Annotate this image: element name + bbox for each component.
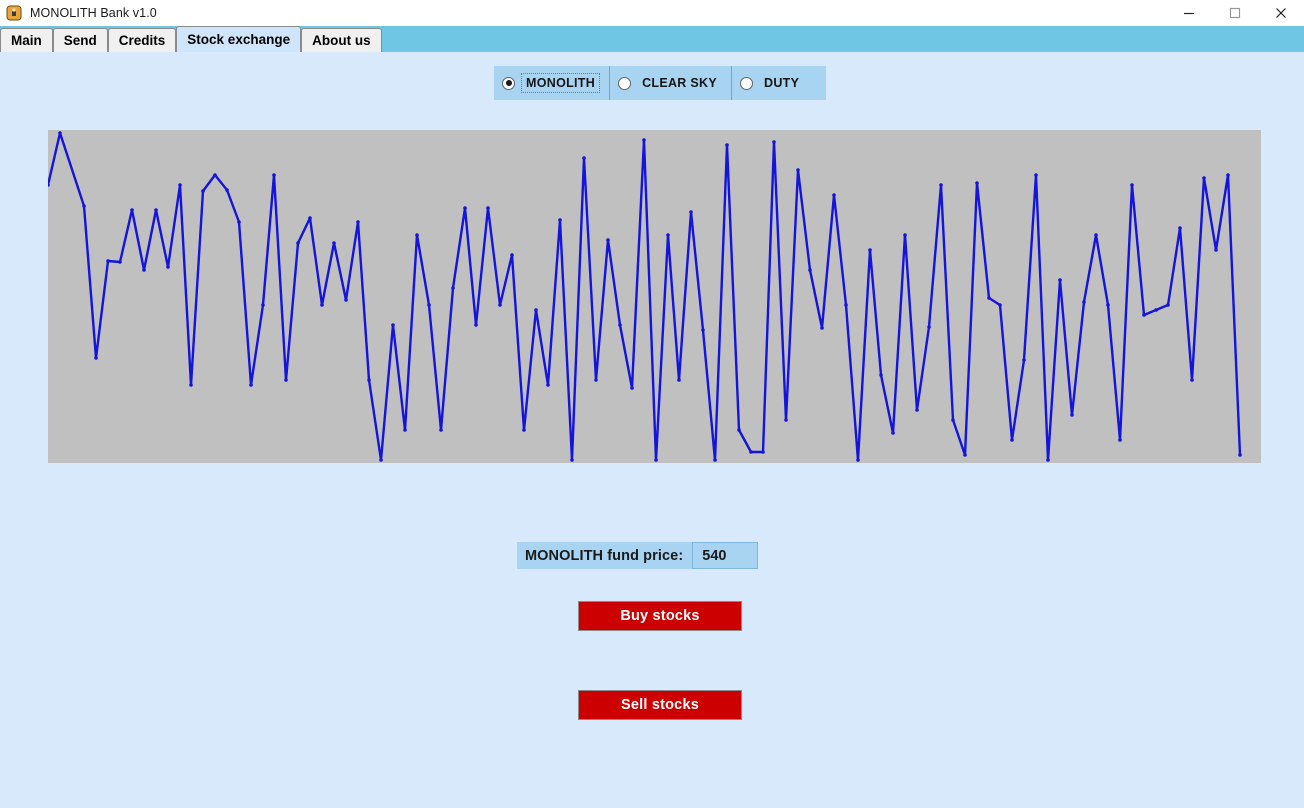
fund-price-label: MONOLITH fund price: bbox=[517, 542, 693, 569]
buy-stocks-button[interactable]: Buy stocks bbox=[578, 601, 742, 631]
radio-clear-sky[interactable]: CLEAR SKY bbox=[610, 66, 732, 100]
tab-stock-exchange-label: Stock exchange bbox=[187, 32, 291, 47]
chart-svg bbox=[48, 131, 1242, 462]
tab-bar: Main Send Credits Stock exchange About u… bbox=[0, 26, 1304, 52]
close-icon bbox=[1276, 8, 1286, 18]
tab-credits[interactable]: Credits bbox=[107, 28, 177, 52]
radio-clear-sky-icon bbox=[618, 76, 632, 90]
app-icon bbox=[6, 5, 22, 21]
fund-selector-group: MONOLITH CLEAR SKY DUTY bbox=[494, 66, 826, 100]
tab-main-label: Main bbox=[11, 33, 42, 48]
minimize-button[interactable] bbox=[1166, 0, 1212, 26]
maximize-icon bbox=[1229, 7, 1241, 19]
buy-stocks-label: Buy stocks bbox=[620, 608, 700, 624]
chart-line-series bbox=[48, 131, 1242, 462]
tab-stock-exchange[interactable]: Stock exchange bbox=[176, 26, 302, 52]
tab-send-label: Send bbox=[63, 33, 97, 48]
tab-about-us[interactable]: About us bbox=[301, 28, 382, 52]
stock-price-chart bbox=[48, 130, 1261, 463]
radio-monolith-icon bbox=[502, 76, 515, 90]
radio-duty[interactable]: DUTY bbox=[732, 66, 813, 100]
sell-stocks-button[interactable]: Sell stocks bbox=[578, 690, 742, 720]
radio-clear-sky-label: CLEAR SKY bbox=[642, 76, 717, 90]
tab-credits-label: Credits bbox=[118, 33, 166, 48]
radio-monolith[interactable]: MONOLITH bbox=[494, 66, 611, 100]
radio-duty-label: DUTY bbox=[764, 76, 800, 90]
window-title: MONOLITH Bank v1.0 bbox=[30, 6, 157, 20]
tab-about-us-label: About us bbox=[312, 33, 371, 48]
minimize-icon bbox=[1184, 12, 1194, 15]
close-button[interactable] bbox=[1258, 0, 1304, 26]
fund-price-value: 540 bbox=[692, 542, 759, 569]
tab-main[interactable]: Main bbox=[0, 28, 53, 52]
fund-price-row: MONOLITH fund price: 540 bbox=[517, 542, 759, 569]
radio-duty-icon bbox=[740, 76, 753, 90]
tab-send[interactable]: Send bbox=[52, 28, 108, 52]
radio-monolith-label: MONOLITH bbox=[520, 73, 601, 93]
maximize-button[interactable] bbox=[1212, 0, 1258, 26]
stock-exchange-panel: MONOLITH CLEAR SKY DUTY MONOLITH fund pr… bbox=[0, 52, 1304, 808]
title-bar: MONOLITH Bank v1.0 bbox=[0, 0, 1304, 27]
sell-stocks-label: Sell stocks bbox=[621, 697, 699, 713]
window-controls bbox=[1166, 0, 1304, 26]
